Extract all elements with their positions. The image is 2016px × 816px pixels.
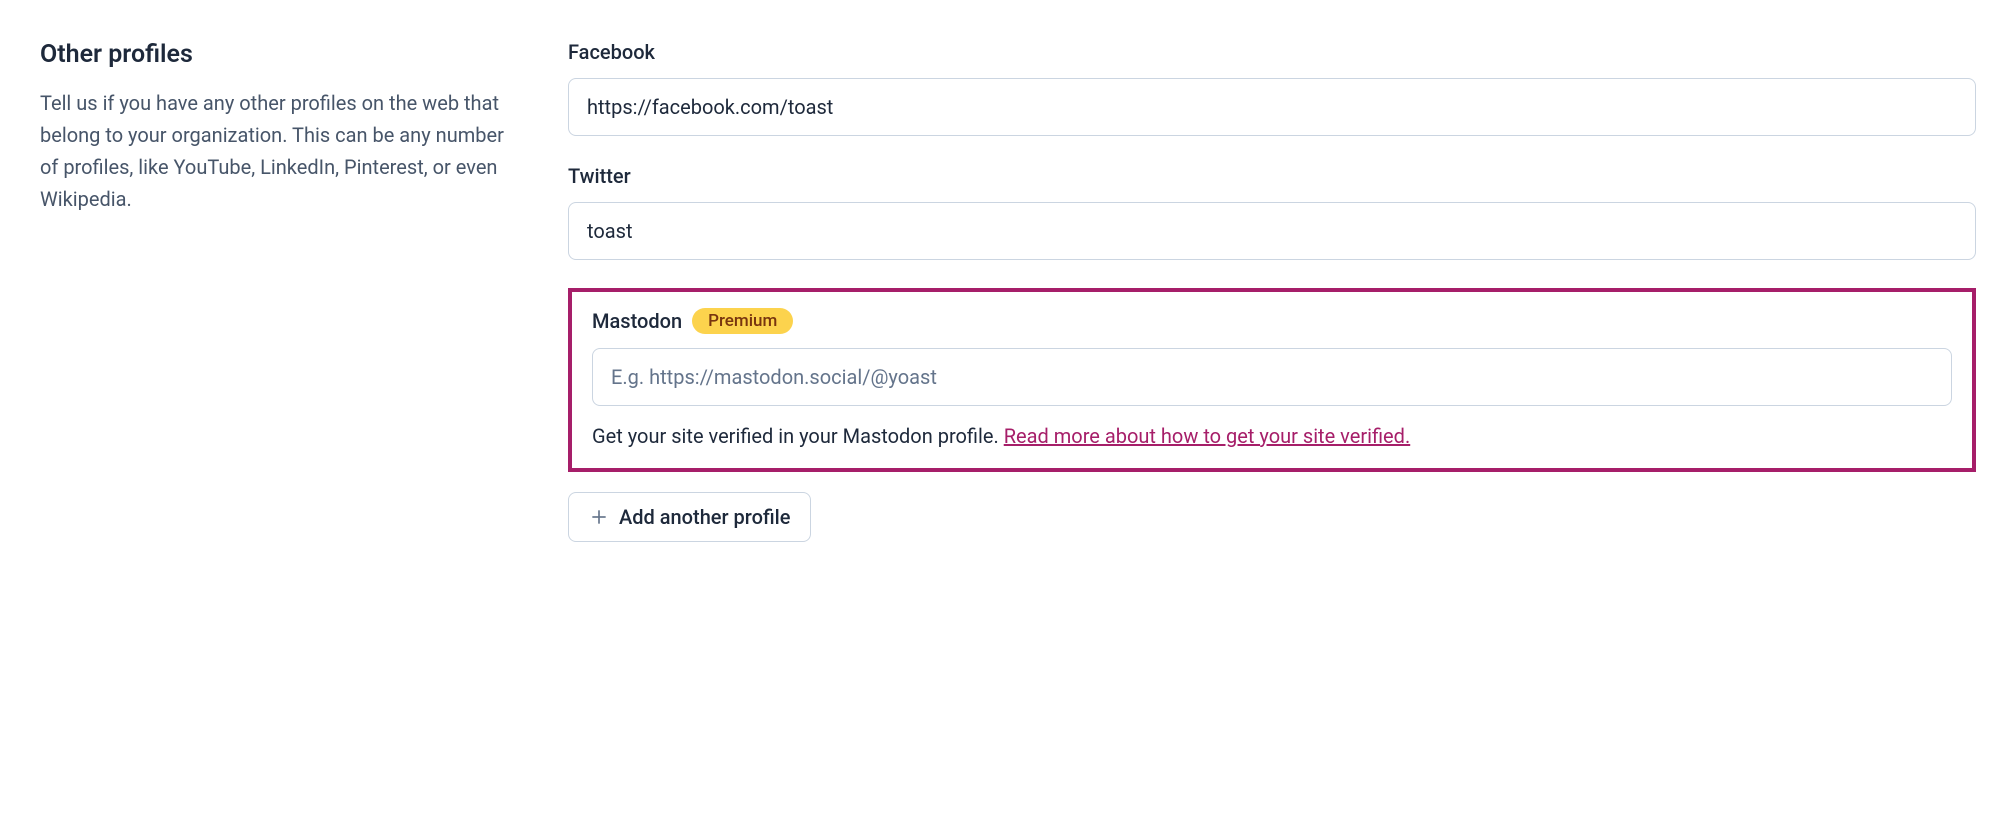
mastodon-verify-link[interactable]: Read more about how to get your site ver…: [1004, 424, 1411, 448]
mastodon-highlighted-block: Mastodon Premium Get your site verified …: [568, 288, 1976, 472]
section-title: Other profiles: [40, 40, 520, 69]
mastodon-field-group: Mastodon Premium Get your site verified …: [592, 308, 1952, 448]
mastodon-hint-text: Get your site verified in your Mastodon …: [592, 424, 1004, 448]
mastodon-input[interactable]: [592, 348, 1952, 406]
facebook-field-group: Facebook: [568, 40, 1976, 136]
other-profiles-section: Other profiles Tell us if you have any o…: [40, 40, 1976, 542]
plus-icon: [589, 507, 609, 527]
add-button-label: Add another profile: [619, 505, 790, 529]
twitter-field-group: Twitter: [568, 164, 1976, 260]
facebook-input[interactable]: [568, 78, 1976, 136]
section-description: Tell us if you have any other profiles o…: [40, 87, 520, 215]
add-another-profile-button[interactable]: Add another profile: [568, 492, 811, 542]
section-info: Other profiles Tell us if you have any o…: [40, 40, 520, 542]
twitter-label: Twitter: [568, 164, 631, 188]
facebook-label: Facebook: [568, 40, 655, 64]
premium-badge: Premium: [692, 308, 793, 334]
mastodon-hint: Get your site verified in your Mastodon …: [592, 424, 1952, 448]
profile-fields: Facebook Twitter Mastodon Premium Get yo…: [568, 40, 1976, 542]
twitter-input[interactable]: [568, 202, 1976, 260]
mastodon-label: Mastodon: [592, 309, 682, 333]
